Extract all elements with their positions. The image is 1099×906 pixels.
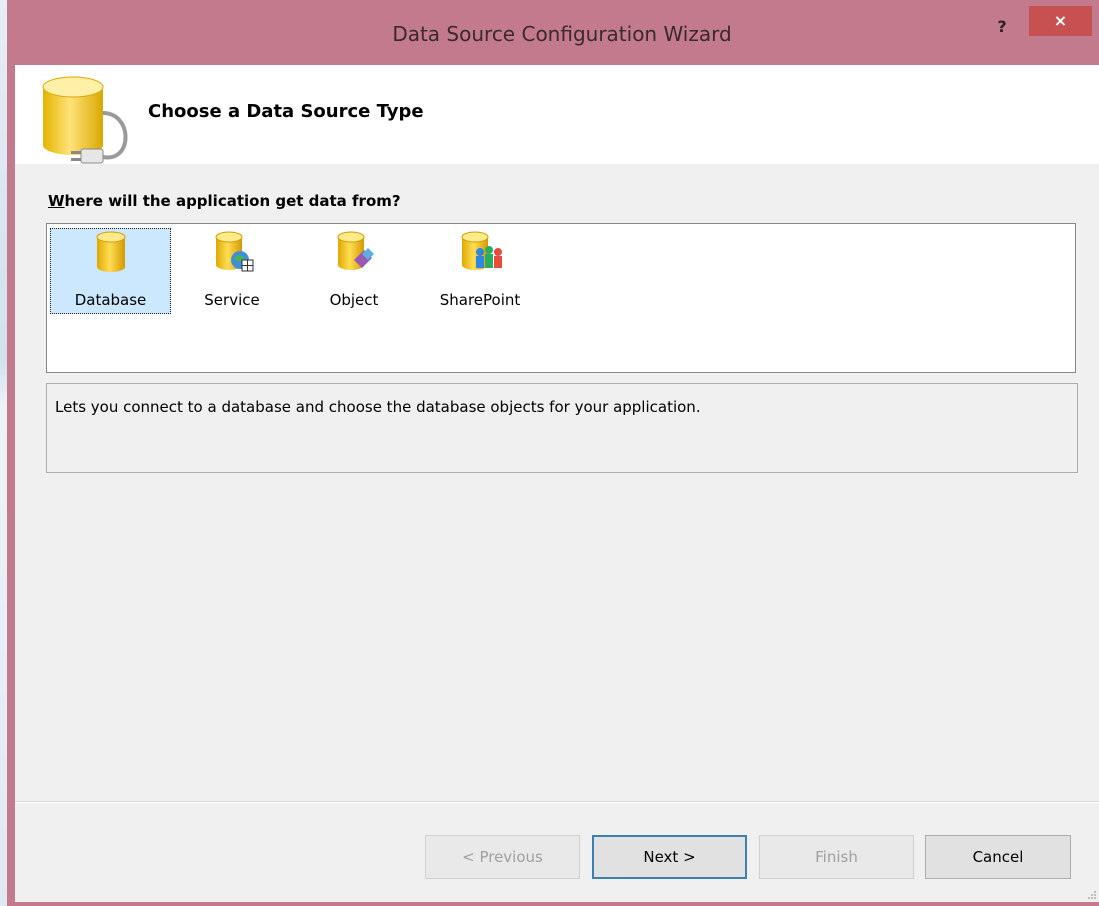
source-type-object[interactable]: Object	[309, 228, 399, 314]
title-bar[interactable]: Data Source Configuration Wizard ? ×	[7, 0, 1099, 65]
database-plug-icon	[42, 76, 128, 164]
finish-button[interactable]: Finish	[759, 835, 914, 879]
service-icon	[215, 231, 254, 272]
wizard-window: Data Source Configuration Wizard ? × Cho…	[7, 0, 1099, 906]
source-type-database[interactable]: Database	[50, 228, 171, 314]
sharepoint-icon	[461, 231, 502, 270]
window-title: Data Source Configuration Wizard	[392, 22, 732, 46]
help-button[interactable]: ?	[987, 15, 1017, 39]
wizard-body: Choose a Data Source Type Where will the…	[15, 65, 1099, 902]
source-type-label: Object	[329, 291, 379, 309]
next-button[interactable]: Next >	[592, 835, 747, 879]
cancel-button[interactable]: Cancel	[925, 835, 1071, 879]
resize-grip-icon[interactable]	[1087, 890, 1097, 900]
object-icon	[337, 231, 374, 270]
source-prompt-label: Where will the application get data from…	[48, 192, 401, 210]
database-icon	[96, 231, 125, 272]
source-type-label: Database	[74, 291, 147, 309]
page-title: Choose a Data Source Type	[148, 101, 424, 122]
wizard-header: Choose a Data Source Type	[15, 65, 1099, 164]
source-type-label: Service	[204, 291, 260, 309]
description-text: Lets you connect to a database and choos…	[55, 398, 701, 416]
source-type-service[interactable]: Service	[187, 228, 277, 314]
previous-button[interactable]: < Previous	[425, 835, 580, 879]
source-type-label: SharePoint	[439, 291, 521, 309]
close-button[interactable]: ×	[1029, 6, 1092, 36]
description-panel: Lets you connect to a database and choos…	[46, 383, 1078, 473]
source-prompt-label-text: Where will the application get data from…	[48, 192, 401, 210]
source-type-sharepoint[interactable]: SharePoint	[425, 228, 535, 314]
source-type-list[interactable]: Database Service Object SharePoint	[46, 223, 1076, 373]
footer-divider-highlight	[15, 802, 1099, 803]
